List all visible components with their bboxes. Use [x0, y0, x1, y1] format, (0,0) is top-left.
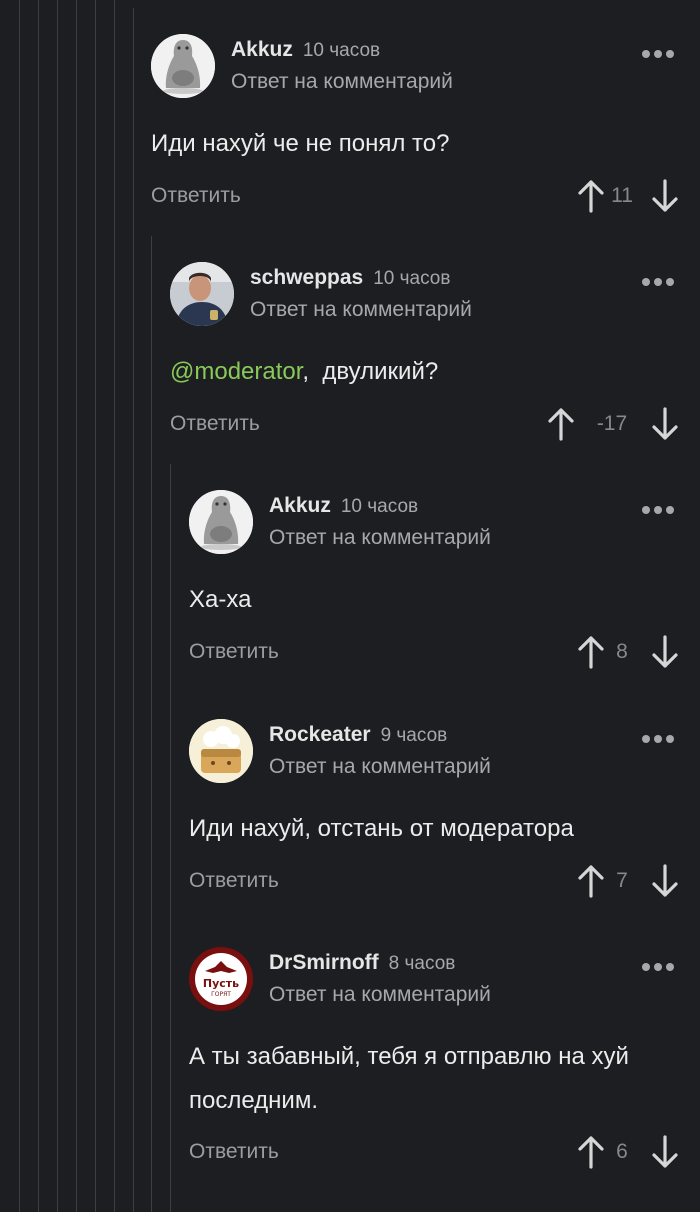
user-avatar[interactable]: Пусть ГОРЯТ: [189, 947, 253, 1011]
user-avatar[interactable]: [170, 262, 234, 326]
comment-text: Ха-ха: [189, 586, 252, 613]
thread-line: [151, 236, 152, 1212]
comment: schweppas 10 часов Ответ на комментарий @…: [170, 262, 700, 462]
vote-score: 6: [616, 1140, 628, 1163]
comment-author[interactable]: Akkuz 10 часов: [231, 38, 380, 62]
user-mention-link[interactable]: @moderator: [170, 358, 302, 385]
user-avatar[interactable]: [151, 34, 215, 98]
reply-button[interactable]: Ответить: [170, 412, 260, 436]
reply-note[interactable]: Ответ на комментарий: [250, 298, 472, 322]
thread-line: [114, 0, 115, 1212]
reply-button[interactable]: Ответить: [189, 1140, 279, 1164]
comment-time: 10 часов: [340, 496, 419, 517]
reply-button[interactable]: Ответить: [189, 640, 279, 664]
thread-line: [57, 0, 58, 1212]
comment-text: Иди нахуй че не понял то?: [151, 130, 450, 157]
comment: Akkuz 10 часов Ответ на комментарий Ха-ха…: [189, 490, 700, 690]
reply-note[interactable]: Ответ на комментарий: [269, 526, 491, 550]
more-options-icon[interactable]: [638, 731, 678, 747]
avatar-emblem-subtext: ГОРЯТ: [211, 991, 231, 998]
user-avatar[interactable]: [189, 719, 253, 783]
upvote-arrow-icon[interactable]: [546, 406, 576, 442]
comment-author[interactable]: schweppas 10 часов: [250, 266, 450, 290]
reply-note[interactable]: Ответ на комментарий: [269, 983, 491, 1007]
thread-line: [133, 8, 134, 1212]
comment: Rockeater 9 часов Ответ на комментарий Ид…: [189, 719, 700, 919]
vote-score: 8: [616, 640, 628, 663]
more-options-icon[interactable]: [638, 959, 678, 975]
reply-button[interactable]: Ответить: [189, 869, 279, 893]
cartoon-bread-avatar-icon: [189, 719, 253, 783]
comment-author[interactable]: Rockeater 9 часов: [269, 723, 447, 747]
comment-text: @moderator, двуликий?: [170, 350, 660, 394]
comment-time: 10 часов: [373, 268, 451, 289]
more-options-icon[interactable]: [638, 274, 678, 290]
downvote-arrow-icon[interactable]: [650, 863, 680, 899]
comment-author[interactable]: DrSmirnoff 8 часов: [269, 951, 455, 975]
thread-line: [95, 0, 96, 1212]
comment: Akkuz 10 часов Ответ на комментарий Иди н…: [151, 34, 700, 234]
comment-text: А ты забавный, тебя я отправлю на хуй по…: [189, 1043, 629, 1114]
eagle-emblem-avatar-icon: Пусть ГОРЯТ: [189, 947, 253, 1011]
thread-line: [19, 0, 20, 1212]
seal-avatar-icon: [189, 490, 253, 554]
comment-time: 9 часов: [380, 725, 448, 746]
user-avatar[interactable]: [189, 490, 253, 554]
reply-note[interactable]: Ответ на комментарий: [231, 70, 453, 94]
vote-score: 11: [611, 184, 633, 207]
comment-text-rest: , двуликий?: [302, 358, 439, 385]
reply-note[interactable]: Ответ на комментарий: [269, 755, 491, 779]
thread-line: [38, 0, 39, 1212]
thread-line: [170, 464, 171, 1212]
policeman-photo-avatar: [170, 262, 234, 326]
downvote-arrow-icon[interactable]: [650, 178, 680, 214]
comment-text: Иди нахуй, отстань от модератора: [189, 815, 574, 842]
comment-time: 8 часов: [388, 953, 456, 974]
downvote-arrow-icon[interactable]: [650, 406, 680, 442]
more-options-icon[interactable]: [638, 46, 678, 62]
comment-time: 10 часов: [302, 40, 381, 61]
vote-score: 7: [616, 869, 628, 892]
thread-line: [76, 0, 77, 1212]
reply-button[interactable]: Ответить: [151, 184, 241, 208]
comment: Пусть ГОРЯТ DrSmirnoff 8 часов Ответ на к…: [189, 947, 700, 1187]
vote-score: -17: [596, 412, 628, 435]
more-options-icon[interactable]: [638, 502, 678, 518]
downvote-arrow-icon[interactable]: [650, 1134, 680, 1170]
downvote-arrow-icon[interactable]: [650, 634, 680, 670]
comment-author[interactable]: Akkuz 10 часов: [269, 494, 418, 518]
seal-avatar-icon: [151, 34, 215, 98]
avatar-emblem-text: Пусть: [203, 977, 239, 990]
